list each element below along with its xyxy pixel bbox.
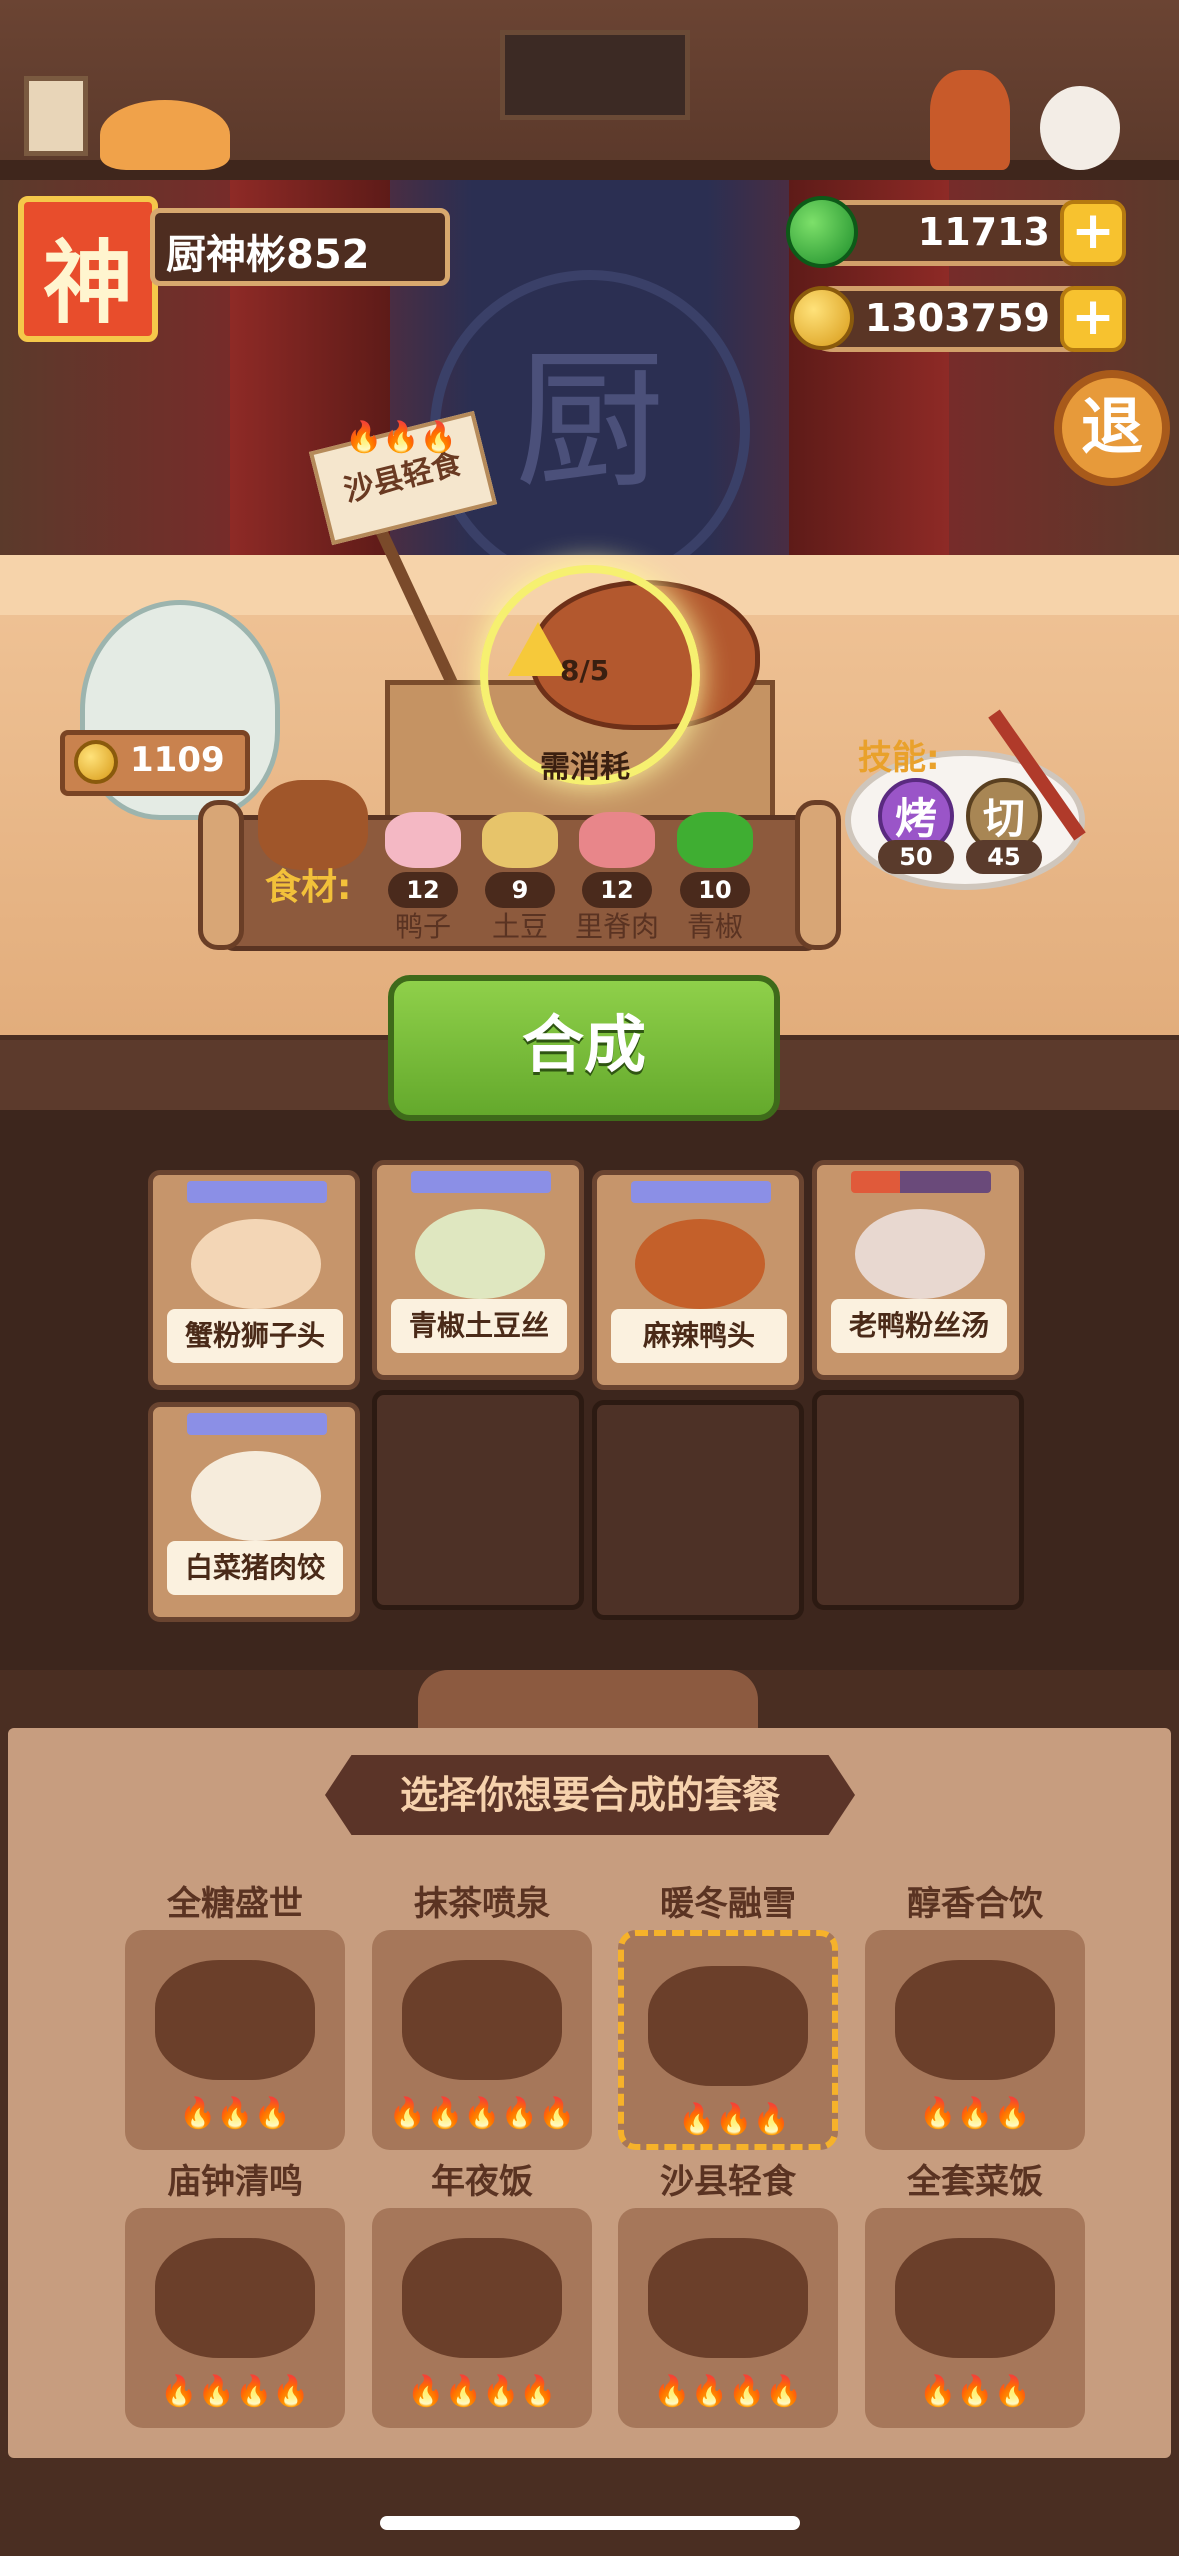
- skills-label: 技能:: [858, 738, 940, 778]
- combo-card[interactable]: 🔥🔥🔥🔥: [125, 2208, 345, 2428]
- combo-card[interactable]: 🔥🔥🔥: [865, 2208, 1085, 2428]
- ingredient-count: 12: [388, 872, 458, 908]
- dish-icon: [635, 1219, 765, 1309]
- combo-name: 年夜饭: [431, 2162, 533, 2202]
- add-coins-button[interactable]: +: [1060, 286, 1126, 352]
- coin-icon: [74, 740, 118, 784]
- difficulty-flames: 🔥🔥🔥: [918, 2096, 1032, 2131]
- combo-name[interactable]: 醇香合饮: [865, 1876, 1085, 1925]
- combo-card-selected[interactable]: 🔥🔥🔥: [618, 1930, 838, 2150]
- dish-icon: [855, 1209, 985, 1299]
- duck-icon: [385, 812, 461, 868]
- hanging-banner-icon: [500, 30, 690, 120]
- difficulty-flames: 🔥🔥🔥🔥: [407, 2374, 557, 2409]
- cut-skill-value: 45: [966, 840, 1042, 874]
- potato-icon: [482, 812, 558, 868]
- inventory-card[interactable]: 老鸭粉丝汤: [812, 1160, 1024, 1380]
- difficulty-flames: 🔥🔥🔥🔥: [160, 2374, 310, 2409]
- combo-card[interactable]: 🔥🔥🔥: [125, 1930, 345, 2150]
- consume-label: 需消耗: [540, 750, 630, 785]
- dish-icon: [191, 1219, 321, 1309]
- home-indicator[interactable]: [380, 2516, 800, 2530]
- scroll-end-right: [795, 800, 841, 950]
- rarity-bar: [411, 1171, 551, 1193]
- empty-slot: [372, 1390, 584, 1610]
- dish-icon: [415, 1209, 545, 1299]
- inventory-card[interactable]: 麻辣鸭头: [592, 1170, 804, 1390]
- combo-card[interactable]: 🔥🔥🔥🔥🔥: [372, 1930, 592, 2150]
- combo-art: [895, 2238, 1055, 2358]
- combo-art: [402, 1960, 562, 2080]
- combo-art: [648, 2238, 808, 2358]
- difficulty-flames: 🔥🔥🔥: [918, 2374, 1032, 2409]
- coin-amount: 1303759: [864, 296, 1050, 340]
- inventory-card[interactable]: 白菜猪肉饺: [148, 1402, 360, 1622]
- combo-art: [648, 1966, 808, 2086]
- rarity-bar: [187, 1181, 327, 1203]
- dish-name: 老鸭粉丝汤: [831, 1299, 1007, 1353]
- white-cat-icon: [1040, 86, 1120, 170]
- exit-button[interactable]: 退: [1054, 370, 1170, 486]
- pepper-icon: [677, 812, 753, 868]
- combo-name: 沙县轻食: [660, 2162, 796, 2202]
- chef-figure-icon: [930, 70, 1010, 170]
- difficulty-flames: 🔥🔥🔥🔥🔥: [388, 2096, 576, 2131]
- jade-amount: 11713: [917, 210, 1050, 254]
- combo-card[interactable]: 🔥🔥🔥🔥: [618, 2208, 838, 2428]
- synthesize-button[interactable]: 合成: [388, 975, 780, 1121]
- combo-name[interactable]: 全糖盛世: [125, 1876, 345, 1925]
- rarity-bar: [631, 1181, 771, 1203]
- difficulty-flames: 🔥🔥🔥: [178, 2096, 292, 2131]
- combo-name[interactable]: 暖冬融雪: [618, 1876, 838, 1925]
- combo-name[interactable]: 抹茶喷泉: [372, 1876, 592, 1925]
- roast-skill-value: 50: [878, 840, 954, 874]
- sauce-pot-icon: [258, 780, 368, 870]
- ingredient-tenderloin[interactable]: 12: [572, 812, 662, 908]
- combo-name: 全套菜饭: [907, 2162, 1043, 2202]
- dish-name: 青椒土豆丝: [391, 1299, 567, 1353]
- jade-icon: [786, 196, 858, 268]
- flame-icon: 🔥🔥🔥: [345, 420, 458, 455]
- empty-slot: [592, 1400, 804, 1620]
- ingredient-pepper[interactable]: 10: [670, 812, 760, 908]
- ingredient-count: 9: [485, 872, 555, 908]
- ingredient-duck[interactable]: 12: [378, 812, 468, 908]
- dish-count: 8/5: [560, 654, 610, 687]
- difficulty-flames: 🔥🔥🔥: [677, 2102, 791, 2137]
- combo-panel-title: 选择你想要合成的套餐: [325, 1755, 855, 1835]
- dish-icon: [191, 1451, 321, 1541]
- avatar-glyph: 神: [43, 230, 133, 336]
- jar-coin-amount: 1109: [130, 740, 225, 780]
- combo-card[interactable]: 🔥🔥🔥🔥: [372, 2208, 592, 2428]
- rarity-bar: [187, 1413, 327, 1435]
- meat-icon: [579, 812, 655, 868]
- combo-card[interactable]: 🔥🔥🔥: [865, 1930, 1085, 2150]
- stage-logo: 厨: [514, 335, 665, 509]
- empty-slot: [812, 1390, 1024, 1610]
- combo-art: [402, 2238, 562, 2358]
- ingredient-count: 10: [680, 872, 750, 908]
- combo-name: 庙钟清鸣: [167, 2162, 303, 2202]
- ingredients-label: 食材:: [265, 867, 352, 908]
- bottom-bar: [0, 2460, 1179, 2556]
- combo-art: [155, 1960, 315, 2080]
- add-jade-button[interactable]: +: [1060, 200, 1126, 266]
- cat-icon: [100, 100, 230, 170]
- inventory-card[interactable]: 蟹粉狮子头: [148, 1170, 360, 1390]
- coin-icon: [790, 286, 854, 350]
- dish-name: 白菜猪肉饺: [167, 1541, 343, 1595]
- inventory-card[interactable]: 青椒土豆丝: [372, 1160, 584, 1380]
- combo-art: [895, 1960, 1055, 2080]
- player-name: 厨神彬852: [166, 232, 370, 278]
- rarity-bar: [851, 1171, 991, 1193]
- combo-art: [155, 2238, 315, 2358]
- difficulty-flames: 🔥🔥🔥🔥: [653, 2374, 803, 2409]
- dish-name: 麻辣鸭头: [611, 1309, 787, 1363]
- dish-name: 蟹粉狮子头: [167, 1309, 343, 1363]
- paw-frame-icon: [24, 76, 88, 156]
- ingredient-count: 12: [582, 872, 652, 908]
- scroll-end-left: [198, 800, 244, 950]
- ingredient-potato[interactable]: 9: [475, 812, 565, 908]
- ingredient-name: 青椒: [686, 910, 743, 943]
